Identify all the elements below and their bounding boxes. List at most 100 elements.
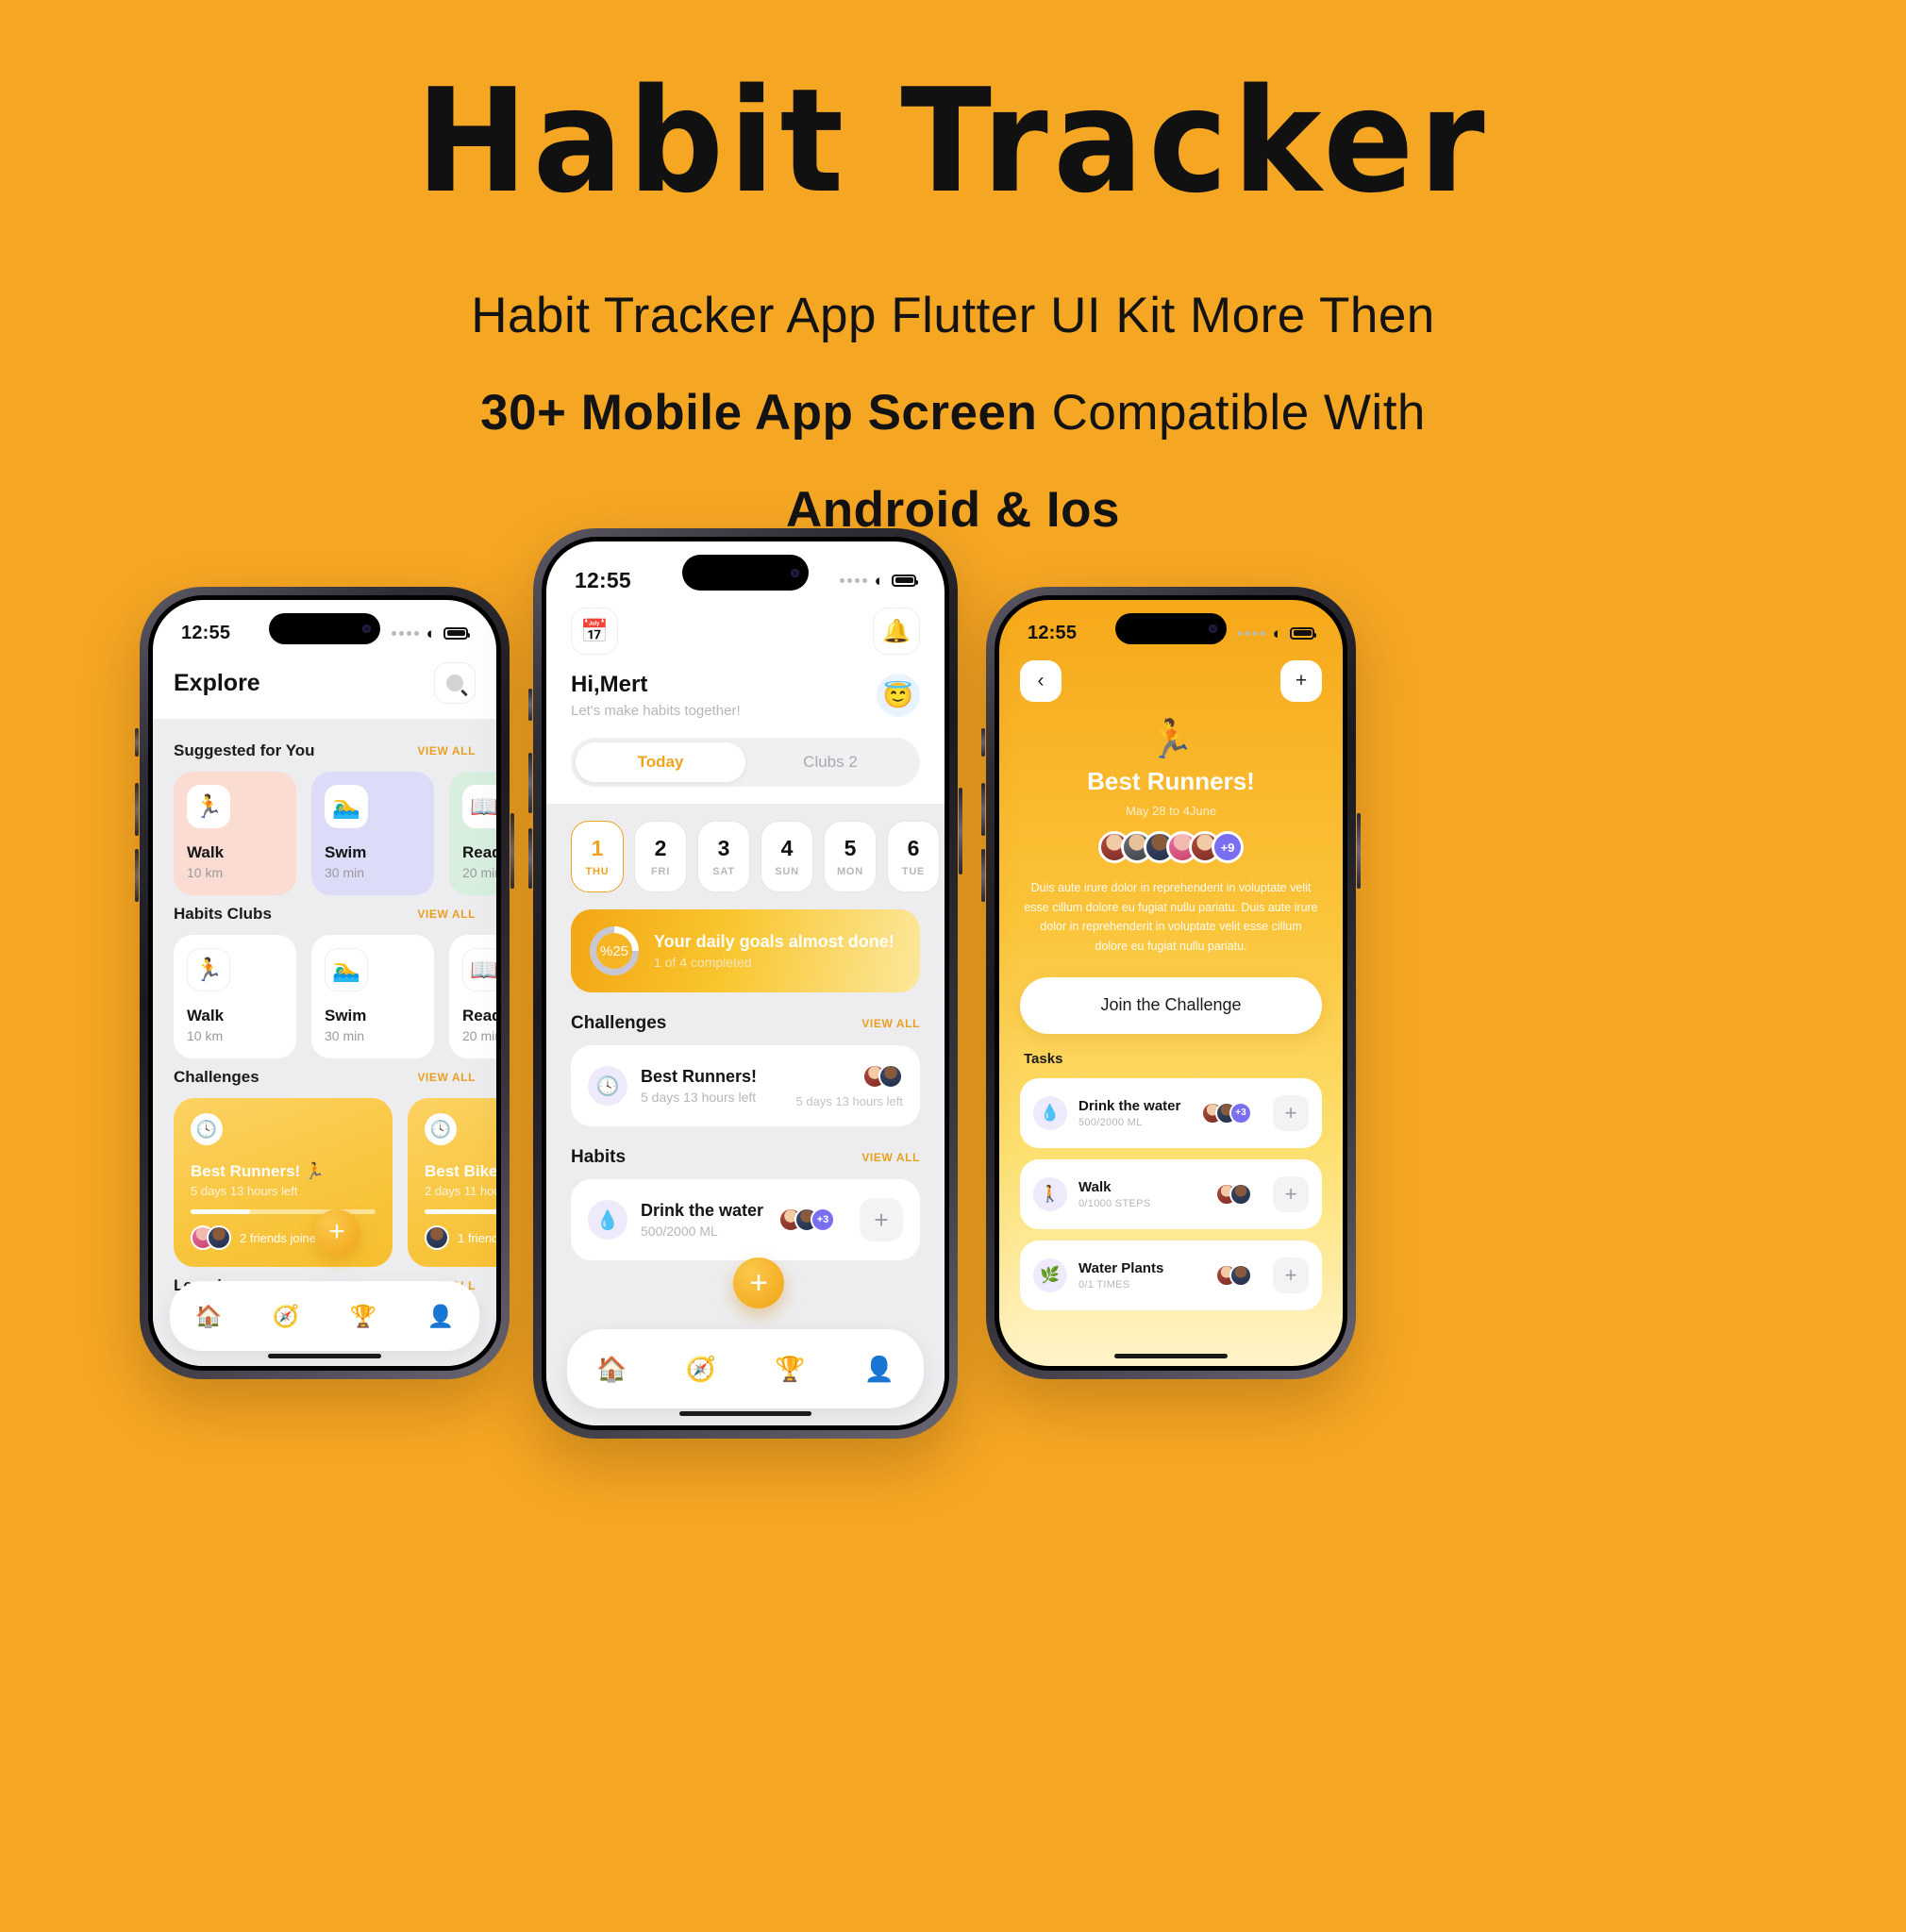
- task-row[interactable]: 🌿 Water Plants 0/1 TIMES +: [1020, 1240, 1322, 1310]
- calendar-button[interactable]: 📅: [571, 608, 618, 655]
- date-chip[interactable]: 4 SUN: [761, 821, 813, 892]
- hero-banner: Habit Tracker Habit Tracker App Flutter …: [0, 0, 1906, 539]
- add-task-entry-button[interactable]: +: [1273, 1175, 1309, 1212]
- date-chip[interactable]: 1 THU: [571, 821, 624, 892]
- goal-title: Your daily goals almost done!: [654, 932, 894, 951]
- habit-card[interactable]: 🏃 Walk 10 km: [174, 772, 296, 895]
- club-card[interactable]: 📖 Read 20 min: [449, 935, 496, 1058]
- section-header-habits: Habits VIEW ALL: [571, 1147, 920, 1168]
- habit-name: Read: [462, 843, 496, 861]
- habit-meta: 20 min: [462, 865, 496, 880]
- home-indicator: [679, 1411, 811, 1416]
- sidebar-item-explore[interactable]: 🧭: [686, 1357, 716, 1381]
- greeting-title: Hi,Mert: [571, 672, 648, 697]
- sidebar-item-home[interactable]: 🏠: [195, 1305, 223, 1327]
- sidebar-item-profile[interactable]: 👤: [427, 1305, 455, 1327]
- date-weekday: SAT: [712, 866, 735, 877]
- clock-icon: 🕓: [588, 1066, 627, 1106]
- habit-title: Drink the water: [641, 1201, 764, 1220]
- dynamic-island: [269, 613, 380, 644]
- view-all-link[interactable]: VIEW ALL: [861, 1017, 920, 1030]
- avatar[interactable]: 😇: [877, 674, 920, 717]
- habit-name: Walk: [187, 843, 225, 861]
- avatar-more-count: +3: [811, 1208, 835, 1232]
- phone-mute-switch: [528, 689, 532, 721]
- tab-clubs[interactable]: Clubs 2: [745, 742, 915, 782]
- search-button[interactable]: [434, 662, 476, 704]
- view-all-link[interactable]: VIEW ALL: [417, 908, 476, 921]
- task-row[interactable]: 🚶 Walk 0/1000 STEPS +: [1020, 1158, 1322, 1229]
- add-habit-fab[interactable]: +: [733, 1257, 784, 1308]
- add-task-entry-button[interactable]: +: [1273, 1257, 1309, 1293]
- sidebar-item-profile[interactable]: 👤: [864, 1357, 894, 1381]
- date-chip[interactable]: 3 SAT: [697, 821, 750, 892]
- phone-bezel: 12:55 ◐ 📅 🔔 Hi,Mert Let's make habits to…: [542, 537, 949, 1430]
- add-task-entry-button[interactable]: +: [1273, 1094, 1309, 1131]
- hero-highlight: 30+ Mobile App Screen: [480, 384, 1038, 441]
- runner-icon: 🏃: [1147, 719, 1195, 760]
- sidebar-item-home[interactable]: 🏠: [596, 1357, 627, 1381]
- section-title: Habits: [571, 1147, 627, 1167]
- daily-goal-banner[interactable]: %25 Your daily goals almost done! 1 of 4…: [571, 909, 920, 992]
- challenge-list-item[interactable]: 🕓 Best Runners! 5 days 13 hours left 5 d…: [571, 1045, 920, 1126]
- challenge-topbar: ‹ +: [999, 655, 1343, 702]
- sidebar-item-trophy[interactable]: 🏆: [350, 1305, 377, 1327]
- task-text-block: Water Plants 0/1 TIMES: [1078, 1260, 1163, 1291]
- notifications-button[interactable]: 🔔: [873, 608, 920, 655]
- club-name: Read: [462, 1007, 496, 1024]
- sidebar-item-explore[interactable]: 🧭: [273, 1305, 300, 1327]
- dynamic-island: [682, 555, 809, 591]
- avatar-group: [862, 1063, 903, 1089]
- view-all-link[interactable]: VIEW ALL: [417, 1071, 476, 1084]
- search-icon: [446, 675, 463, 691]
- add-button[interactable]: +: [1280, 660, 1322, 702]
- phone-power-button: [1357, 813, 1361, 889]
- club-name: Walk: [187, 1007, 225, 1024]
- section-title: Challenges: [571, 1013, 667, 1033]
- date-chip[interactable]: 6 TUE: [887, 821, 940, 892]
- avatar-group: +3: [1201, 1101, 1252, 1124]
- add-habit-entry-button[interactable]: +: [860, 1198, 903, 1241]
- challenge-title: Best Runners! 🏃: [191, 1162, 326, 1180]
- signal-dots-icon: [391, 630, 419, 636]
- date-chip[interactable]: 2 FRI: [634, 821, 687, 892]
- greeting-text-block: Hi,Mert Let's make habits together!: [571, 672, 741, 719]
- club-card[interactable]: 🏃 Walk 10 km: [174, 935, 296, 1058]
- hero-subtitle-line3: Android & Ios: [786, 481, 1120, 538]
- phone-mute-switch: [135, 728, 139, 757]
- challenge-card[interactable]: 🕓 Best Bikers! 2 days 11 hours left 1 fr…: [408, 1098, 496, 1267]
- view-all-link[interactable]: VIEW ALL: [861, 1151, 920, 1164]
- plus-icon: +: [1295, 670, 1308, 691]
- habit-card[interactable]: 🏊‍♂️ Swim 30 min: [311, 772, 434, 895]
- add-habit-fab[interactable]: +: [314, 1209, 359, 1255]
- challenge-time-left: 5 days 13 hours left: [191, 1184, 298, 1198]
- view-all-link[interactable]: VIEW ALL: [417, 744, 476, 758]
- signal-dots-icon: [1237, 630, 1265, 636]
- back-button[interactable]: ‹: [1020, 660, 1062, 702]
- join-challenge-button[interactable]: Join the Challenge: [1020, 976, 1322, 1034]
- habit-text-block: Drink the water 500/2000 ML: [641, 1201, 763, 1239]
- friends-joined-label: 2 friends joined: [240, 1230, 324, 1245]
- avatar-more-count: +9: [1212, 831, 1244, 863]
- challenge-title: Best Runners!: [1087, 767, 1255, 795]
- task-row[interactable]: 💧 Drink the water 500/2000 ML +3 +: [1020, 1077, 1322, 1148]
- date-chip[interactable]: 5 MON: [824, 821, 877, 892]
- habit-meta: 10 km: [187, 865, 224, 880]
- challenge-card[interactable]: 🕓 Best Runners! 🏃 5 days 13 hours left 2…: [174, 1098, 393, 1267]
- tab-today[interactable]: Today: [576, 742, 745, 782]
- habit-card[interactable]: 📖 Read 20 min: [449, 772, 496, 895]
- signal-dots-icon: [839, 577, 867, 583]
- explore-title: Explore: [174, 669, 260, 696]
- habit-list-item[interactable]: 💧 Drink the water 500/2000 ML +3 +: [571, 1179, 920, 1260]
- clock-icon: 🕓: [191, 1113, 223, 1145]
- explore-body: Suggested for You VIEW ALL 🏃 Walk 10 km …: [153, 719, 496, 1366]
- avatar: [878, 1063, 903, 1089]
- task-title: Walk: [1078, 1178, 1112, 1195]
- date-weekday: FRI: [650, 866, 671, 877]
- front-camera-icon: [1209, 625, 1217, 633]
- club-card[interactable]: 🏊‍♂️ Swim 30 min: [311, 935, 434, 1058]
- challenge-progress-bar: [425, 1209, 496, 1214]
- bottom-navigation: 🏠 🧭 🏆 👤: [170, 1281, 479, 1351]
- sidebar-item-trophy[interactable]: 🏆: [775, 1357, 805, 1381]
- task-progress: 500/2000 ML: [1078, 1116, 1143, 1128]
